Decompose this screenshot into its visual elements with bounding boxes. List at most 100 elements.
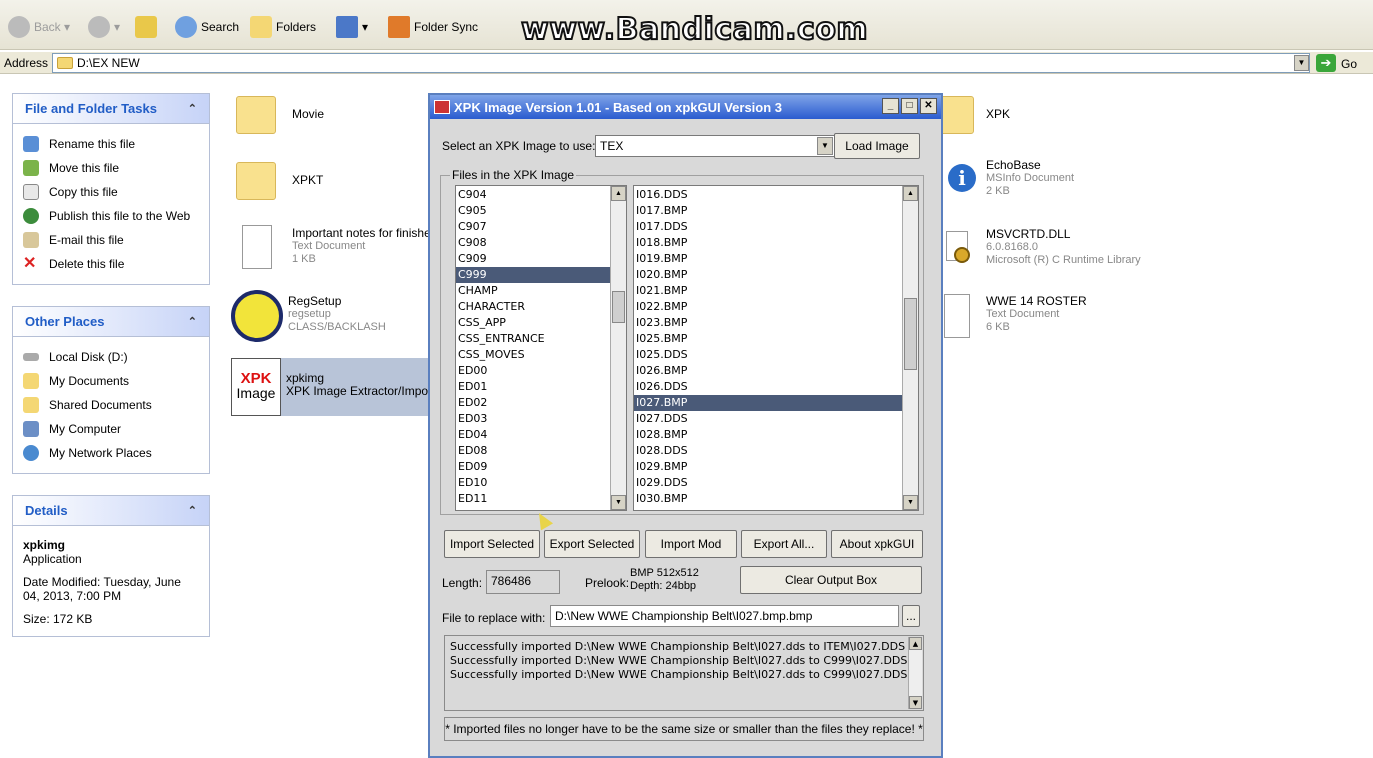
folder-list-item[interactable]: ED00 <box>456 363 626 379</box>
forward-button[interactable]: ▾ <box>88 15 120 39</box>
views-button[interactable]: ▾ <box>336 15 368 39</box>
folder-list-item[interactable]: C999 <box>456 267 626 283</box>
folder-list-item[interactable]: C908 <box>456 235 626 251</box>
folder-list-item[interactable]: ED02 <box>456 395 626 411</box>
folder-list-item[interactable]: CHARACTER <box>456 299 626 315</box>
my-documents-link[interactable]: My Documents <box>23 369 199 393</box>
minimize-button[interactable]: _ <box>882 98 899 114</box>
rename-link[interactable]: Rename this file <box>23 132 199 156</box>
scroll-up-icon[interactable]: ▲ <box>611 186 626 201</box>
email-link[interactable]: E-mail this file <box>23 228 199 252</box>
file-list-item[interactable]: I023.BMP <box>634 315 918 331</box>
file-list-item[interactable]: I026.BMP <box>634 363 918 379</box>
clear-output-button[interactable]: Clear Output Box <box>740 566 922 594</box>
folder-list-item[interactable]: ED10 <box>456 475 626 491</box>
copy-link[interactable]: Copy this file <box>23 180 199 204</box>
collapse-icon[interactable]: ⌃ <box>188 102 197 115</box>
file-item-msvcrtd[interactable]: MSVCRTD.DLL 6.0.8168.0 Microsoft (R) C R… <box>940 225 1141 273</box>
collapse-icon[interactable]: ⌃ <box>188 315 197 328</box>
file-list-item[interactable]: I022.BMP <box>634 299 918 315</box>
dialog-titlebar[interactable]: XPK Image Version 1.01 - Based on xpkGUI… <box>430 95 941 119</box>
scroll-thumb[interactable] <box>612 291 625 323</box>
export-selected-button[interactable]: Export Selected <box>544 530 640 558</box>
folder-list-item[interactable]: CSS_ENTRANCE <box>456 331 626 347</box>
move-link[interactable]: Move this file <box>23 156 199 180</box>
file-list-item[interactable]: I020.BMP <box>634 267 918 283</box>
file-list-item[interactable]: I028.BMP <box>634 427 918 443</box>
local-disk-link[interactable]: Local Disk (D:) <box>23 345 199 369</box>
address-dropdown-button[interactable]: ▼ <box>1294 55 1309 71</box>
file-item-xpkimg[interactable]: XPK Image xpkimg XPK Image Extractor/Imp… <box>231 358 429 416</box>
file-list-item[interactable]: I027.BMP <box>634 395 918 411</box>
xpk-image-select[interactable]: TEX ▼ <box>595 135 835 157</box>
up-folder-button[interactable] <box>135 15 161 39</box>
output-box[interactable]: Successfully imported D:\New WWE Champio… <box>444 635 924 711</box>
file-list-item[interactable]: I026.DDS <box>634 379 918 395</box>
browse-button[interactable]: ... <box>902 605 920 627</box>
scroll-down-icon[interactable]: ▼ <box>909 696 922 709</box>
publish-link[interactable]: Publish this file to the Web <box>23 204 199 228</box>
file-list-item[interactable]: I017.DDS <box>634 219 918 235</box>
collapse-icon[interactable]: ⌃ <box>188 504 197 517</box>
back-button[interactable]: Back ▾ <box>8 15 70 39</box>
folder-list-item[interactable]: ED03 <box>456 411 626 427</box>
export-all-button[interactable]: Export All... <box>741 530 827 558</box>
file-list-item[interactable]: I021.BMP <box>634 283 918 299</box>
folder-list-item[interactable]: CSS_MOVES <box>456 347 626 363</box>
file-list-item[interactable]: I029.DDS <box>634 475 918 491</box>
file-item-xpk[interactable]: XPK <box>940 92 1010 140</box>
replace-path-input[interactable]: D:\New WWE Championship Belt\I027.bmp.bm… <box>550 605 899 627</box>
file-list-item[interactable]: I025.BMP <box>634 331 918 347</box>
details-header[interactable]: Details ⌃ <box>13 496 209 526</box>
import-selected-button[interactable]: Import Selected <box>444 530 540 558</box>
file-item-echobase[interactable]: i EchoBase MSInfo Document 2 KB <box>940 156 1074 204</box>
go-arrow-icon[interactable]: ➔ <box>1316 54 1336 72</box>
places-header[interactable]: Other Places ⌃ <box>13 307 209 337</box>
network-places-link[interactable]: My Network Places <box>23 441 199 465</box>
scroll-down-icon[interactable]: ▼ <box>903 495 918 510</box>
folder-list-item[interactable]: CSS_APP <box>456 315 626 331</box>
folder-list-item[interactable]: ED11 <box>456 491 626 507</box>
file-list-item[interactable]: I019.BMP <box>634 251 918 267</box>
file-list-item[interactable]: I030.BMP <box>634 491 918 507</box>
load-image-button[interactable]: Load Image <box>834 133 920 159</box>
scroll-up-icon[interactable]: ▲ <box>903 186 918 201</box>
folder-list-item[interactable]: C904 <box>456 187 626 203</box>
go-button[interactable]: Go <box>1341 57 1357 71</box>
about-xpkgui-button[interactable]: About xpkGUI <box>831 530 923 558</box>
folder-list-item[interactable]: C907 <box>456 219 626 235</box>
scroll-down-icon[interactable]: ▼ <box>611 495 626 510</box>
folder-list-item[interactable]: ED08 <box>456 443 626 459</box>
file-list-item[interactable]: I017.BMP <box>634 203 918 219</box>
file-item-regsetup[interactable]: RegSetup regsetup CLASS/BACKLASH <box>231 290 386 342</box>
my-computer-link[interactable]: My Computer <box>23 417 199 441</box>
file-list-item[interactable]: I030S.DDS <box>634 507 918 510</box>
maximize-button[interactable]: □ <box>901 98 918 114</box>
folder-list-item[interactable]: CHAMP <box>456 283 626 299</box>
search-button[interactable]: Search <box>175 15 239 39</box>
file-item-notes[interactable]: Important notes for finishers Text Docum… <box>236 225 441 273</box>
folder-sync-button[interactable]: Folder Sync <box>388 15 478 39</box>
file-item-movie[interactable]: Movie <box>236 92 324 140</box>
file-list-scrollbar[interactable]: ▲ ▼ <box>902 186 918 510</box>
folders-button[interactable]: Folders <box>250 15 316 39</box>
address-input[interactable]: D:\EX NEW <box>52 53 1310 73</box>
chevron-down-icon[interactable]: ▼ <box>817 137 833 155</box>
delete-link[interactable]: ✕ Delete this file <box>23 252 199 276</box>
import-mod-button[interactable]: Import Mod <box>645 530 737 558</box>
folder-list-item[interactable]: C905 <box>456 203 626 219</box>
file-list-item[interactable]: I025.DDS <box>634 347 918 363</box>
file-item-xpkt[interactable]: XPKT <box>236 158 323 206</box>
scroll-up-icon[interactable]: ▲ <box>909 637 922 650</box>
folder-list-item[interactable]: ED01 <box>456 379 626 395</box>
folder-list-item[interactable]: ED09 <box>456 459 626 475</box>
file-item-roster[interactable]: WWE 14 ROSTER Text Document 6 KB <box>940 292 1087 344</box>
output-scrollbar[interactable]: ▲ ▼ <box>908 637 922 709</box>
file-list-item[interactable]: I029.BMP <box>634 459 918 475</box>
file-list-item[interactable]: I016.DDS <box>634 187 918 203</box>
file-list[interactable]: I016.DDS I017.BMP I017.DDS I018.BMP I019.BMP… <box>633 185 919 511</box>
folder-list[interactable]: C904 C905 C907 C908 C909 C999 CHAMP CHARACTER CS… <box>455 185 627 511</box>
folder-list-item[interactable]: ED04 <box>456 427 626 443</box>
file-list-item[interactable]: I018.BMP <box>634 235 918 251</box>
close-button[interactable]: ✕ <box>920 98 937 114</box>
